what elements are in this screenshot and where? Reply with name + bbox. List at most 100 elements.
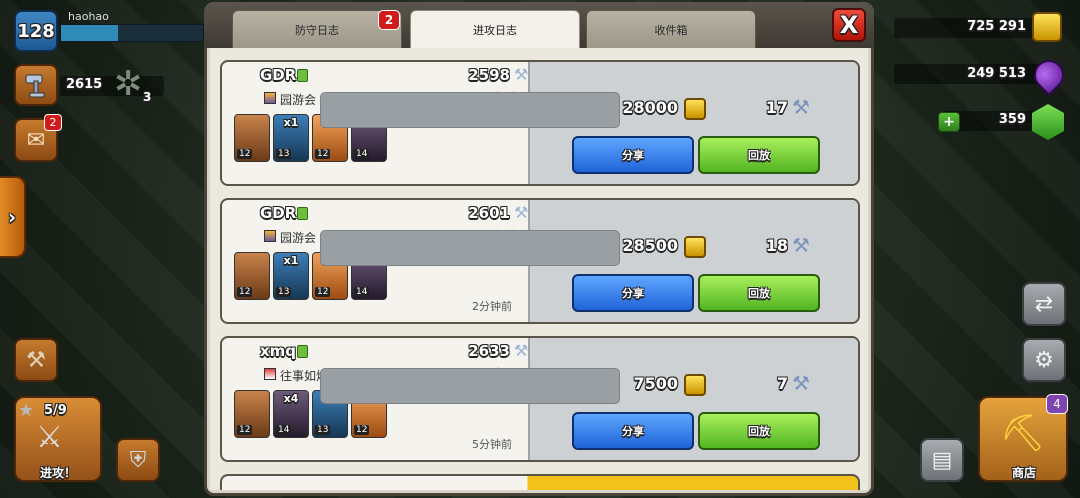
trophy-hammer-icon: ⚒: [514, 341, 529, 360]
elixir-amount: 249 513: [967, 66, 1026, 81]
profile-icon[interactable]: [297, 345, 308, 358]
replay-button[interactable]: 回放: [698, 412, 820, 450]
hammer-trophy-icon: [25, 74, 45, 98]
xp-fill: [61, 25, 118, 41]
shop-badge: 4: [1046, 394, 1068, 414]
troop-level: 14: [354, 287, 370, 297]
troop-level: 12: [237, 287, 253, 297]
boxer-giant-icon: 12: [234, 252, 270, 300]
troop-level: 12: [354, 425, 370, 435]
clan-badge-icon: [264, 92, 276, 104]
trophy-hammer-icon: ⚒: [792, 95, 810, 119]
hammer-button[interactable]: ⚒: [14, 338, 58, 382]
crossed-axes-icon: ⚔: [36, 420, 63, 455]
defense-log-badge: 2: [378, 10, 400, 30]
gold-icon: [684, 374, 706, 396]
tab-label: 收件箱: [654, 23, 688, 37]
loot-box: [320, 368, 620, 404]
troop-level: 13: [276, 149, 292, 159]
trophies-gained: 7: [776, 374, 788, 393]
troop-level: 12: [315, 149, 331, 159]
trophies-gained: 17: [765, 98, 788, 117]
troop-level: 12: [315, 287, 331, 297]
share-button[interactable]: 分享: [572, 274, 694, 312]
replay-button[interactable]: 回放: [698, 274, 820, 312]
gold-icon: [1032, 12, 1062, 42]
tab-label: 防守日志: [295, 23, 339, 37]
close-button[interactable]: X: [832, 8, 866, 42]
settings-button[interactable]: ⚙: [1022, 338, 1066, 382]
share-button[interactable]: 分享: [572, 412, 694, 450]
next-entry-peek: [220, 474, 860, 490]
troop-level: 14: [354, 149, 370, 159]
tab-label: 进攻日志: [473, 23, 517, 37]
profile-icon[interactable]: [297, 207, 308, 220]
xp-bar: [60, 24, 204, 42]
loot-box: [320, 92, 620, 128]
shield-icon: ⛨: [129, 447, 147, 473]
troop-level: 14: [276, 425, 292, 435]
envelope-icon: ✉: [26, 127, 46, 153]
trophy-button[interactable]: [14, 64, 58, 106]
gold-looted: 28500: [622, 236, 678, 255]
gold-icon: [684, 98, 706, 120]
gems-amount: 359: [998, 112, 1026, 127]
trophy-hammer-icon: ⚒: [792, 371, 810, 395]
coins-hammer-icon: ⛏: [1000, 413, 1046, 454]
expand-arrow-button[interactable]: ›: [0, 176, 26, 258]
troop-count: x1: [283, 254, 299, 267]
gold-amount: 725 291: [967, 19, 1026, 34]
gear-icon: ⚙: [1034, 347, 1054, 373]
clan-badge-icon: [264, 368, 276, 380]
opponent-trophies: 2601: [468, 204, 510, 222]
star-icon: ★: [18, 400, 35, 421]
layout-button[interactable]: ▤: [920, 438, 964, 482]
switch-village-button[interactable]: ⇄: [1022, 282, 1066, 326]
super-pekka-icon: x1 13: [273, 252, 309, 300]
time-ago: 5分钟前: [472, 438, 512, 451]
trophies-gained: 18: [765, 236, 788, 255]
clan-badge-icon: [264, 230, 276, 242]
tab-inbox[interactable]: 收件箱: [586, 10, 756, 48]
opponent-trophies: 2633: [468, 342, 510, 360]
boat-arrows-icon: ⇄: [1034, 291, 1054, 317]
opponent-name: GDR: [260, 66, 297, 84]
chevron-right-icon: ›: [7, 205, 17, 229]
super-pekka-icon: x1 13: [273, 114, 309, 162]
gold-icon: [684, 236, 706, 258]
troop-count: x1: [283, 116, 299, 129]
tab-attack-log[interactable]: 进攻日志: [410, 10, 580, 48]
hammer-icon: ⚒: [26, 347, 46, 373]
shield-button[interactable]: ⛨: [116, 438, 160, 482]
time-ago: 2分钟前: [472, 300, 512, 313]
player-level-badge[interactable]: 128: [14, 10, 58, 52]
player-level: 128: [17, 20, 55, 42]
player-name: haohao: [68, 10, 109, 23]
troop-level: 13: [276, 287, 292, 297]
boxer-giant-icon: 12: [234, 390, 270, 438]
tab-defense-log[interactable]: 防守日志: [232, 10, 402, 48]
trophy-hammer-icon: ⚒: [514, 65, 529, 84]
add-gems-button[interactable]: +: [938, 112, 960, 132]
profile-icon[interactable]: [297, 69, 308, 82]
troop-level: 13: [315, 425, 331, 435]
trophy-hammer-icon: ⚒: [792, 233, 810, 257]
replay-button[interactable]: 回放: [698, 136, 820, 174]
boxer-giant-icon: 12: [234, 114, 270, 162]
gold-looted: 7500: [633, 374, 678, 393]
mail-badge: 2: [44, 114, 62, 131]
opponent-name: GDR: [260, 204, 297, 222]
attack-star-count: 5/9: [44, 403, 67, 418]
shop-label: 商店: [1012, 466, 1037, 480]
night-witch-icon: x4 14: [273, 390, 309, 438]
share-button[interactable]: 分享: [572, 136, 694, 174]
troop-level: 12: [237, 425, 253, 435]
troop-count: x4: [283, 392, 299, 405]
opponent-name: xmq: [260, 342, 297, 360]
trophy-hammer-icon: ⚒: [514, 203, 529, 222]
clan-name: 园游会: [280, 93, 317, 107]
loot-box: [320, 230, 620, 266]
attack-label: 进攻！: [40, 466, 77, 480]
troop-level: 12: [237, 149, 253, 159]
clan-name: 园游会: [280, 231, 317, 245]
